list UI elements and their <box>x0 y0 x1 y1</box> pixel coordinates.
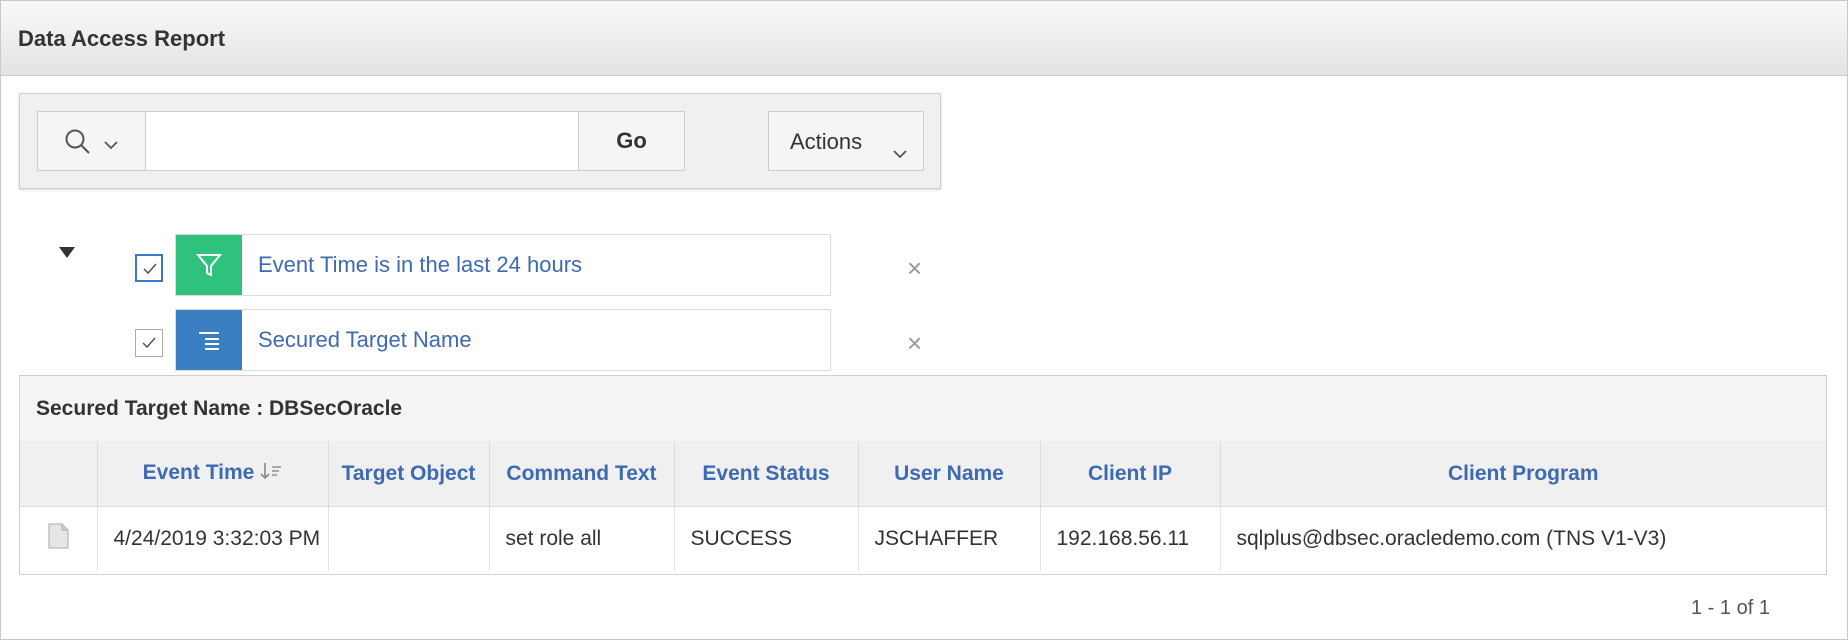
pagination-info: 1 - 1 of 1 <box>1691 597 1770 619</box>
control-break-heading: Secured Target Name : DBSecOracle <box>36 397 403 420</box>
collapse-filters-toggle[interactable] <box>59 247 75 258</box>
column-header-label: Event Time <box>142 461 255 485</box>
column-header-client-program[interactable]: Client Program <box>1220 441 1826 507</box>
region-header: Data Access Report <box>1 1 1847 76</box>
column-header-event-time[interactable]: Event Time <box>97 441 329 507</box>
cell-event-time: 4/24/2019 3:32:03 PM <box>97 506 329 571</box>
detail-column-header <box>20 441 98 507</box>
control-break-header: Secured Target Name : DBSecOracle <box>20 376 1826 442</box>
column-header-user-name[interactable]: User Name <box>858 441 1041 507</box>
control-break-enable-checkbox[interactable] <box>135 329 163 357</box>
cell-target-object <box>328 506 490 571</box>
cell-user-name: JSCHAFFER <box>858 506 1041 571</box>
cell-event-status: SUCCESS <box>674 506 859 571</box>
sort-descending-icon <box>260 462 282 486</box>
search-bar: Go Actions <box>19 93 941 189</box>
search-field-group: Go <box>37 111 685 171</box>
report-table: Event Time Target Object Command Text Ev… <box>20 441 1826 571</box>
filter-row: Event Time is in the last 24 hours <box>175 234 831 296</box>
chevron-down-icon <box>104 137 118 155</box>
column-header-client-ip[interactable]: Client IP <box>1040 441 1221 507</box>
search-input[interactable] <box>146 112 578 170</box>
document-icon <box>47 523 69 554</box>
data-access-report-region: Data Access Report Go Actions Event Time… <box>0 0 1848 640</box>
cell-command-text: set role all <box>489 506 675 571</box>
cell-client-ip: 192.168.56.11 <box>1040 506 1221 571</box>
cell-client-program: sqlplus@dbsec.oracledemo.com (TNS V1-V3) <box>1236 527 1667 550</box>
column-header-target-object[interactable]: Target Object <box>328 441 490 507</box>
control-break-icon <box>176 310 242 370</box>
control-break-label[interactable]: Secured Target Name <box>258 327 472 353</box>
actions-label: Actions <box>790 129 863 154</box>
filter-label[interactable]: Event Time is in the last 24 hours <box>258 252 582 278</box>
control-break-row: Secured Target Name <box>175 309 831 371</box>
remove-control-break-icon[interactable]: × <box>907 330 922 356</box>
table-row: 4/24/2019 3:32:03 PM set role all SUCCES… <box>20 506 1826 571</box>
search-icon <box>64 128 92 161</box>
remove-filter-icon[interactable]: × <box>907 255 922 281</box>
region-title: Data Access Report <box>18 26 226 51</box>
column-header-event-status[interactable]: Event Status <box>674 441 859 507</box>
actions-menu-button[interactable]: Actions <box>768 111 924 171</box>
chevron-down-icon <box>893 139 907 165</box>
go-button[interactable]: Go <box>578 112 684 170</box>
column-header-command-text[interactable]: Command Text <box>489 441 675 507</box>
report-table-region: Secured Target Name : DBSecOracle Event … <box>19 375 1827 575</box>
search-column-menu-button[interactable] <box>38 112 146 170</box>
filter-funnel-icon <box>176 235 242 295</box>
row-detail-link[interactable] <box>20 506 98 571</box>
table-header-row: Event Time Target Object Command Text Ev… <box>20 441 1826 507</box>
filter-enable-checkbox[interactable] <box>135 254 163 282</box>
